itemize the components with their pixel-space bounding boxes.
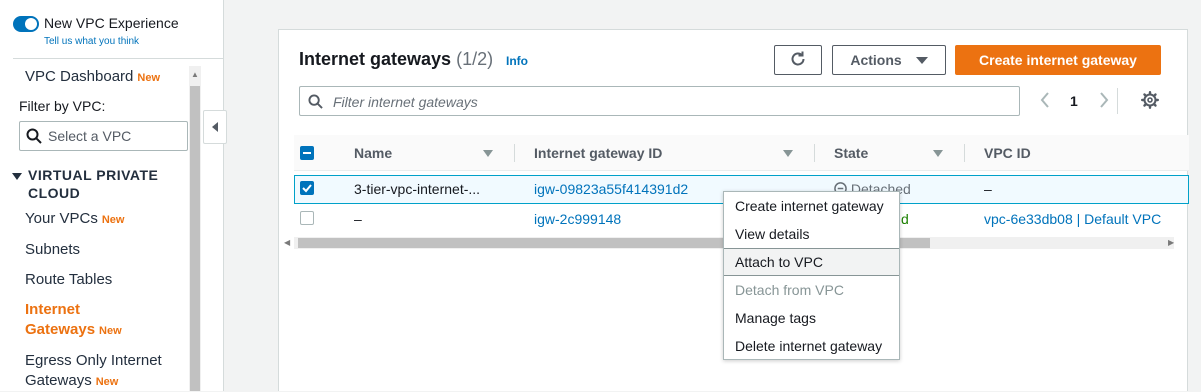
column-header-name[interactable]: Name: [354, 145, 392, 161]
section-title-line2: CLOUD: [28, 185, 81, 201]
panel-title-text: Internet gateways: [299, 49, 452, 69]
row-checkbox[interactable]: [300, 181, 314, 195]
vpc-select-placeholder: Select a VPC: [48, 128, 132, 144]
column-header-gateway-id[interactable]: Internet gateway ID: [534, 145, 662, 161]
table-header: [294, 135, 1189, 171]
new-badge: New: [137, 72, 161, 84]
new-vpc-experience-toggle[interactable]: [13, 16, 39, 32]
filter-by-vpc-label: Filter by VPC:: [19, 98, 106, 114]
feedback-link[interactable]: Tell us what you think: [44, 36, 139, 47]
gateway-name: –: [354, 211, 362, 227]
actions-button[interactable]: Actions: [832, 45, 946, 75]
chevron-right-icon[interactable]: [1098, 91, 1110, 113]
chevron-left-icon[interactable]: [1039, 91, 1051, 113]
info-link[interactable]: Info: [506, 54, 528, 68]
vpc-id-link[interactable]: vpc-6e33db08 | Default VPC: [984, 211, 1161, 227]
sidebar-item-label: Subnets: [25, 241, 81, 258]
filter-input[interactable]: Filter internet gateways: [299, 86, 1020, 116]
collapse-left-icon: [212, 122, 218, 132]
menu-item-attach-to-vpc[interactable]: Attach to VPC: [724, 248, 899, 276]
sidebar-item-subnets[interactable]: Subnets: [25, 240, 80, 260]
menu-item-view-details[interactable]: View details: [724, 220, 899, 248]
menu-item-manage-tags[interactable]: Manage tags: [724, 304, 899, 332]
section-virtual-private-cloud[interactable]: VIRTUAL PRIVATE CLOUD: [12, 166, 158, 202]
page-title: Internet gateways (1/2): [299, 49, 493, 70]
gateway-name: 3-tier-vpc-internet-...: [354, 181, 481, 197]
caret-down-icon: [12, 172, 22, 180]
vpc-filter-select[interactable]: Select a VPC: [19, 121, 188, 151]
sidebar-item-label: Gateways: [25, 321, 96, 338]
sidebar-item-vpc-dashboard[interactable]: VPC Dashboard New: [25, 67, 160, 88]
sort-icon[interactable]: [483, 150, 493, 157]
sidebar-item-label: Egress Only Internet: [25, 352, 162, 369]
actions-dropdown-menu: Create internet gateway View details Att…: [723, 191, 900, 360]
sidebar-item-label: Internet: [25, 301, 81, 318]
menu-item-detach-from-vpc: Detach from VPC: [735, 282, 844, 298]
filter-placeholder: Filter internet gateways: [333, 94, 478, 110]
sort-icon[interactable]: [783, 150, 793, 157]
gateway-id-link[interactable]: igw-09823a55f414391d2: [534, 181, 688, 197]
scroll-left-icon[interactable]: ◀: [284, 237, 290, 249]
column-header-vpc-id[interactable]: VPC ID: [984, 145, 1031, 161]
column-divider[interactable]: [814, 144, 815, 162]
search-icon: [26, 128, 42, 149]
toggle-knob-icon: [25, 18, 37, 30]
gateway-id-link[interactable]: igw-2c999148: [534, 211, 621, 227]
caret-down-icon: [915, 56, 928, 64]
collapse-sidebar-button[interactable]: [203, 110, 227, 144]
menu-item-delete-internet-gateway[interactable]: Delete internet gateway: [724, 332, 899, 360]
scroll-right-icon[interactable]: ▶: [1168, 237, 1174, 249]
toggle-label: New VPC Experience: [44, 15, 179, 31]
sidebar-item-route-tables[interactable]: Route Tables: [25, 270, 112, 290]
settings-gear-icon[interactable]: [1141, 91, 1159, 114]
sidebar-item-label: VPC Dashboard: [25, 68, 134, 85]
section-title-line1: VIRTUAL PRIVATE: [28, 167, 159, 183]
column-header-state[interactable]: State: [834, 145, 868, 161]
new-badge: New: [99, 325, 122, 337]
sidebar-divider: [13, 58, 224, 59]
sidebar-item-label: Gateways: [25, 372, 92, 389]
gateway-state: d: [901, 211, 909, 227]
new-badge: New: [101, 214, 125, 226]
select-all-checkbox[interactable]: [300, 146, 314, 160]
sidebar-scrollbar-thumb[interactable]: [190, 86, 200, 391]
refresh-button[interactable]: [774, 45, 822, 75]
row-checkbox[interactable]: [300, 211, 314, 225]
new-badge: New: [95, 376, 119, 388]
sidebar-item-egress-only-gateways[interactable]: Egress Only Internet Gateways New: [25, 351, 162, 392]
page-number[interactable]: 1: [1070, 93, 1078, 109]
refresh-icon: [789, 50, 807, 71]
vpc-id: –: [984, 181, 992, 197]
sidebar-item-label: Your VPCs: [25, 210, 98, 227]
search-icon: [308, 94, 323, 114]
sort-icon[interactable]: [933, 150, 943, 157]
actions-label: Actions: [850, 52, 902, 68]
column-divider[interactable]: [964, 144, 965, 162]
sidebar-item-internet-gateways[interactable]: Internet Gateways New: [25, 300, 122, 341]
scroll-up-icon[interactable]: ▲: [189, 68, 201, 82]
menu-item-create-internet-gateway[interactable]: Create internet gateway: [724, 192, 899, 220]
create-internet-gateway-button[interactable]: Create internet gateway: [955, 45, 1161, 75]
sidebar-item-your-vpcs[interactable]: Your VPCs New: [25, 209, 124, 230]
column-divider[interactable]: [514, 144, 515, 162]
sidebar-item-label: Route Tables: [25, 271, 113, 288]
selection-count: (1/2): [456, 49, 494, 69]
side-navigation: New VPC Experience Tell us what you thin…: [0, 0, 224, 391]
pager-divider: [1117, 88, 1118, 114]
